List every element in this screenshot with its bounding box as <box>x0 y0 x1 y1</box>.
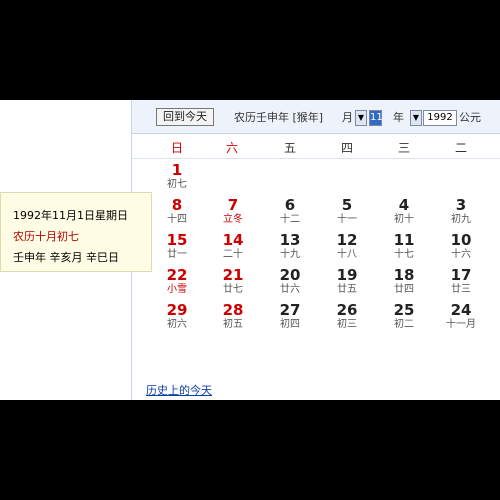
lunar-day-label: 廿四 <box>394 284 414 295</box>
lunar-day-label: 十一 <box>337 214 357 225</box>
day-number: 5 <box>341 196 353 214</box>
calendar-day-cell[interactable]: 12 十八 <box>324 232 370 262</box>
calendar-day-cell[interactable]: 15 廿一 <box>154 232 200 262</box>
lunar-day-label: 小雪 <box>167 284 187 295</box>
day-number: 18 <box>393 266 415 284</box>
day-number: 4 <box>398 196 410 214</box>
weekday-header-cell: 四 <box>340 141 353 155</box>
weekday-header-cell: 六 <box>225 141 238 155</box>
lunar-day-label: 十一月 <box>446 319 476 330</box>
day-number: 22 <box>166 266 188 284</box>
day-number: 7 <box>227 196 239 214</box>
weekday-header-cell: 二 <box>454 141 467 155</box>
day-number: 24 <box>450 301 472 319</box>
lunar-day-label: 廿三 <box>451 284 471 295</box>
calendar-toolbar: 回到今天 农历壬申年 [猴年] 月 ▼ 11 年 ▼ 1992 公元 <box>132 100 500 134</box>
calendar-day-cell[interactable]: 3 初九 <box>438 197 484 227</box>
calendar-day-cell[interactable]: 26 初三 <box>324 302 370 332</box>
lunar-day-label: 廿六 <box>280 284 300 295</box>
detail-ganzhi: 壬申年 辛亥月 辛巳日 <box>13 251 119 264</box>
lunar-year-label: 农历壬申年 [猴年] <box>234 111 324 124</box>
calendar-day-cell[interactable]: 22 小雪 <box>154 267 200 297</box>
calendar-day-cell[interactable]: 17 廿三 <box>438 267 484 297</box>
calendar-day-cell[interactable]: 8 十四 <box>154 197 200 227</box>
day-number: 20 <box>279 266 301 284</box>
calendar-day-cell[interactable]: 27 初四 <box>267 302 313 332</box>
day-number: 12 <box>336 231 358 249</box>
lunar-day-label: 初四 <box>280 319 300 330</box>
day-number: 17 <box>450 266 472 284</box>
calendar-day-cell[interactable]: 1 初七 <box>154 162 200 192</box>
calendar-day-cell[interactable]: 11 十七 <box>381 232 427 262</box>
lunar-day-label: 十八 <box>337 249 357 260</box>
lunar-day-label: 初二 <box>394 319 414 330</box>
lunar-day-label: 立冬 <box>223 214 243 225</box>
day-number: 8 <box>171 196 183 214</box>
calendar-day-cell[interactable]: 13 十九 <box>267 232 313 262</box>
day-number: 26 <box>336 301 358 319</box>
day-number: 19 <box>336 266 358 284</box>
year-dropdown-arrow-icon[interactable]: ▼ <box>410 110 422 126</box>
lunar-day-label: 十七 <box>394 249 414 260</box>
back-to-today-button[interactable]: 回到今天 <box>156 108 214 126</box>
lunar-day-label: 初三 <box>337 319 357 330</box>
month-select[interactable]: 11 <box>369 110 383 126</box>
day-number: 25 <box>393 301 415 319</box>
day-number: 10 <box>450 231 472 249</box>
calendar-day-cell[interactable]: 24 十一月 <box>438 302 484 332</box>
lunar-day-label: 廿五 <box>337 284 357 295</box>
era-label: 公元 <box>459 111 481 124</box>
day-number: 6 <box>284 196 296 214</box>
lunar-day-label: 初七 <box>167 179 187 190</box>
calendar-day-cell[interactable]: 5 十一 <box>324 197 370 227</box>
day-number: 14 <box>222 231 244 249</box>
day-number: 3 <box>455 196 467 214</box>
day-number: 13 <box>279 231 301 249</box>
calendar-day-cell[interactable]: 18 廿四 <box>381 267 427 297</box>
day-number: 27 <box>279 301 301 319</box>
lunar-day-label: 廿一 <box>167 249 187 260</box>
day-number: 28 <box>222 301 244 319</box>
lunar-day-label: 十二 <box>280 214 300 225</box>
weekday-header-cell: 五 <box>283 141 296 155</box>
lunar-day-label: 十六 <box>451 249 471 260</box>
weekday-header: 日 六 五 四 三 二 <box>132 134 500 159</box>
lunar-day-label: 初五 <box>223 319 243 330</box>
lunar-day-label: 十四 <box>167 214 187 225</box>
history-today-link[interactable]: 历史上的今天 <box>146 382 212 398</box>
lunar-day-label: 十九 <box>280 249 300 260</box>
calendar-day-cell[interactable]: 7 立冬 <box>210 197 256 227</box>
calendar-day-cell[interactable]: 14 二十 <box>210 232 256 262</box>
year-select[interactable]: 1992 <box>423 110 457 126</box>
calendar-day-cell[interactable]: 21 廿七 <box>210 267 256 297</box>
lunar-day-label: 初六 <box>167 319 187 330</box>
day-number: 1 <box>171 161 183 179</box>
day-number: 29 <box>166 301 188 319</box>
calendar-day-cell[interactable]: 4 初十 <box>381 197 427 227</box>
calendar-day-cell[interactable]: 10 十六 <box>438 232 484 262</box>
day-number: 15 <box>166 231 188 249</box>
date-detail-popup: 1992年11月1日星期日 农历十月初七 壬申年 辛亥月 辛巳日 <box>0 192 152 272</box>
calendar-day-cell[interactable]: 20 廿六 <box>267 267 313 297</box>
detail-solar-date: 1992年11月1日星期日 <box>13 209 128 222</box>
calendar-day-cell[interactable]: 28 初五 <box>210 302 256 332</box>
detail-lunar-date: 农历十月初七 <box>13 230 79 243</box>
weekday-header-cell: 日 <box>170 141 183 155</box>
calendar-day-cell[interactable]: 19 廿五 <box>324 267 370 297</box>
lunar-day-label: 二十 <box>223 249 243 260</box>
weekday-header-cell: 三 <box>397 141 410 155</box>
month-label: 月 <box>342 111 353 124</box>
calendar-widget: 回到今天 农历壬申年 [猴年] 月 ▼ 11 年 ▼ 1992 公元 日 六 五… <box>0 100 500 400</box>
calendar-day-cell[interactable]: 6 十二 <box>267 197 313 227</box>
lunar-day-label: 初十 <box>394 214 414 225</box>
month-dropdown-arrow-icon[interactable]: ▼ <box>355 110 367 126</box>
calendar-day-cell[interactable]: 25 初二 <box>381 302 427 332</box>
day-number: 21 <box>222 266 244 284</box>
lunar-day-label: 初九 <box>451 214 471 225</box>
year-label: 年 <box>393 111 404 124</box>
day-number: 11 <box>393 231 415 249</box>
lunar-day-label: 廿七 <box>223 284 243 295</box>
calendar-day-cell[interactable]: 29 初六 <box>154 302 200 332</box>
calendar-panel: 回到今天 农历壬申年 [猴年] 月 ▼ 11 年 ▼ 1992 公元 日 六 五… <box>131 100 500 400</box>
